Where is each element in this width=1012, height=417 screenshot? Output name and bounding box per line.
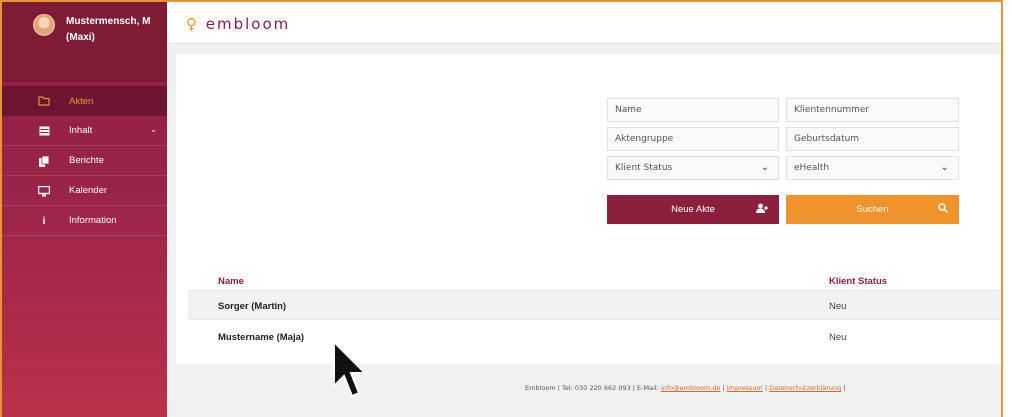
name-input[interactable]: Name	[607, 98, 779, 122]
logo-mark-icon: ♀	[186, 15, 199, 33]
footer-prefix: Embloom | Tel: 030 220 662 093 | E-Mail:	[525, 384, 661, 392]
table-icon	[38, 125, 50, 137]
report-icon	[38, 155, 50, 167]
user-name-line1: Mustermensch, M	[66, 16, 151, 27]
footer-datenschutz-link[interactable]: Datenschutzerklärung	[769, 384, 841, 392]
sidebar-item-kalender[interactable]: Kalender	[2, 176, 167, 206]
monitor-icon	[38, 185, 50, 197]
footer-text: Embloom | Tel: 030 220 662 093 | E-Mail:…	[525, 384, 846, 392]
search-icon	[938, 203, 948, 216]
suchen-label: Suchen	[856, 204, 889, 215]
sidebar-item-label: Kalender	[69, 185, 108, 196]
column-header-klient-status[interactable]: Klient Status	[829, 276, 887, 287]
neue-akte-button[interactable]: Neue Akte	[607, 195, 779, 224]
sidebar-item-label: Akten	[69, 95, 94, 107]
sidebar-nav: Akten Inhalt ⌄ Berichte Kalender i Infor…	[2, 86, 167, 236]
table-row[interactable]: Mustername (Maja) Neu	[188, 322, 1000, 352]
chevron-down-icon: ⌄	[760, 162, 769, 173]
neue-akte-label: Neue Akte	[671, 204, 715, 215]
info-icon: i	[42, 215, 46, 227]
sidebar-item-information[interactable]: i Information	[2, 206, 167, 236]
footer-suffix: |	[841, 384, 846, 392]
sidebar-item-inhalt[interactable]: Inhalt ⌄	[2, 116, 167, 146]
folder-icon	[38, 95, 50, 107]
chevron-down-icon: ⌄	[150, 125, 157, 134]
klient-status-value: Klient Status	[615, 163, 673, 173]
logo-text: embloom	[205, 15, 291, 33]
column-header-name[interactable]: Name	[218, 276, 244, 287]
sidebar-item-label: Berichte	[69, 155, 104, 166]
sidebar-item-label: Information	[69, 215, 117, 226]
app-frame: Mustermensch, M (Maxi) Akten Inhalt ⌄ Be…	[0, 0, 1003, 417]
user-panel[interactable]: Mustermensch, M (Maxi)	[2, 2, 167, 82]
add-user-icon	[756, 203, 768, 216]
sidebar-item-label: Inhalt	[69, 125, 93, 136]
geburtsdatum-input[interactable]: Geburtsdatum	[786, 127, 959, 151]
chevron-down-icon: ⌄	[940, 162, 949, 173]
klientennummer-input[interactable]: Klientennummer	[786, 98, 959, 122]
user-name-line2: (Maxi)	[66, 32, 95, 43]
aktengruppe-input[interactable]: Aktengruppe	[607, 127, 779, 151]
klient-status-select[interactable]: Klient Status ⌄	[607, 156, 779, 180]
sidebar-item-akten[interactable]: Akten	[2, 86, 167, 116]
avatar	[33, 14, 55, 36]
ehealth-select[interactable]: eHealth ⌄	[786, 156, 959, 180]
header: ♀ embloom	[167, 2, 1001, 44]
ehealth-value: eHealth	[794, 163, 830, 173]
footer-impressum-link[interactable]: Impressum	[727, 384, 763, 392]
sidebar-item-berichte[interactable]: Berichte	[2, 146, 167, 176]
cell-name: Mustername (Maja)	[218, 332, 305, 343]
footer-email-link[interactable]: info@embloom.de	[661, 384, 720, 392]
sidebar: Mustermensch, M (Maxi) Akten Inhalt ⌄ Be…	[2, 2, 167, 417]
cell-status: Neu	[829, 332, 847, 343]
cell-name: Sorger (Martin)	[218, 301, 287, 312]
suchen-button[interactable]: Suchen	[786, 195, 959, 224]
user-name: Mustermensch, M (Maxi)	[66, 14, 150, 46]
mouse-cursor-icon	[332, 339, 372, 400]
embloom-logo[interactable]: ♀ embloom	[186, 15, 290, 33]
table-row[interactable]: Sorger (Martin) Neu	[188, 290, 1000, 320]
cell-status: Neu	[829, 301, 847, 312]
